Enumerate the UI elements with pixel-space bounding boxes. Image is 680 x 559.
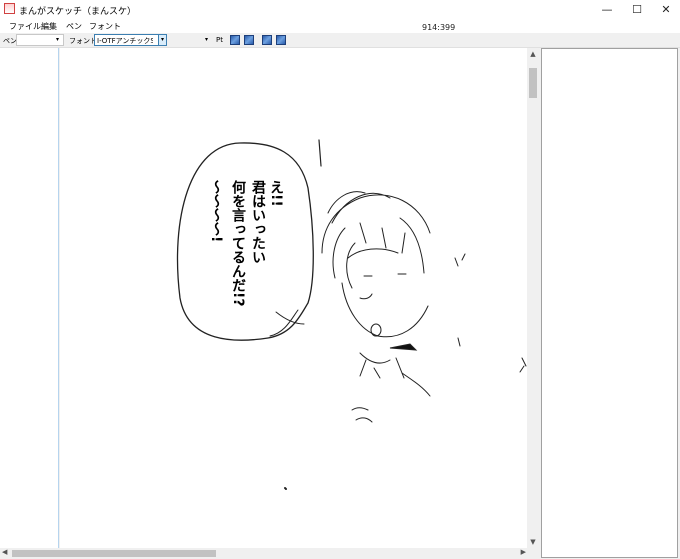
menu-edit[interactable]: 編集 xyxy=(41,21,57,32)
maximize-button[interactable]: ☐ xyxy=(622,0,652,19)
scroll-up-icon[interactable]: ▲ xyxy=(527,50,539,58)
menu-pen[interactable]: ペン xyxy=(66,21,82,32)
horizontal-scrollbar[interactable]: ◀ ▶ xyxy=(0,548,528,559)
scroll-right-icon[interactable]: ▶ xyxy=(521,548,526,556)
menu-bar: ファイル 編集 ペン フォント 914:399 xyxy=(0,19,680,33)
outline-style-icon[interactable] xyxy=(244,35,254,45)
bubble-line-4: 〜〜〜〜! xyxy=(208,180,224,242)
close-button[interactable]: ✕ xyxy=(651,0,680,19)
pen-select[interactable]: ▾ xyxy=(16,34,64,46)
bubble-line-2: 君はいったい xyxy=(250,180,267,264)
vertical-text-icon[interactable] xyxy=(262,35,272,45)
drawing-canvas[interactable]: え!! 君はいったい 何を言ってるんだ!? 〜〜〜〜! xyxy=(60,48,528,548)
bold-style-icon[interactable] xyxy=(230,35,240,45)
pt-label: Pt xyxy=(216,36,223,44)
scroll-left-icon[interactable]: ◀ xyxy=(2,548,7,556)
scroll-down-icon[interactable]: ▼ xyxy=(527,538,539,546)
font-select[interactable]: I-OTFアンチックStd E ▾ xyxy=(94,34,167,46)
horizontal-scroll-thumb[interactable] xyxy=(12,550,216,557)
title-bar: まんがスケッチ（まんスケ） — ☐ ✕ xyxy=(0,0,680,19)
horizontal-text-icon[interactable] xyxy=(276,35,286,45)
right-panel xyxy=(541,48,678,558)
toolbar: ペン: ▾ フォント: I-OTFアンチックStd E ▾ ▾ Pt xyxy=(0,33,680,48)
bubble-line-1: え!! xyxy=(268,180,284,207)
minimize-button[interactable]: — xyxy=(592,0,622,19)
window-title: まんがスケッチ（まんスケ） xyxy=(19,7,137,17)
app-icon xyxy=(4,3,15,14)
vertical-scroll-thumb[interactable] xyxy=(529,68,537,98)
menu-file[interactable]: ファイル xyxy=(9,21,41,32)
bubble-line-3: 何を言ってるんだ!? xyxy=(230,179,246,306)
font-select-value: I-OTFアンチックStd E xyxy=(97,37,153,45)
chevron-down-icon: ▾ xyxy=(55,36,59,43)
size-select[interactable]: ▾ xyxy=(168,34,213,46)
cursor-coordinates: 914:399 xyxy=(422,23,456,32)
bubble-text-layer: え!! 君はいったい 何を言ってるんだ!? 〜〜〜〜! xyxy=(208,179,284,306)
chevron-down-icon: ▾ xyxy=(158,35,166,45)
menu-font[interactable]: フォント xyxy=(89,21,121,32)
vertical-scrollbar[interactable]: ▲ ▼ xyxy=(527,48,539,548)
chevron-down-icon: ▾ xyxy=(204,36,208,43)
left-panel xyxy=(0,48,59,548)
